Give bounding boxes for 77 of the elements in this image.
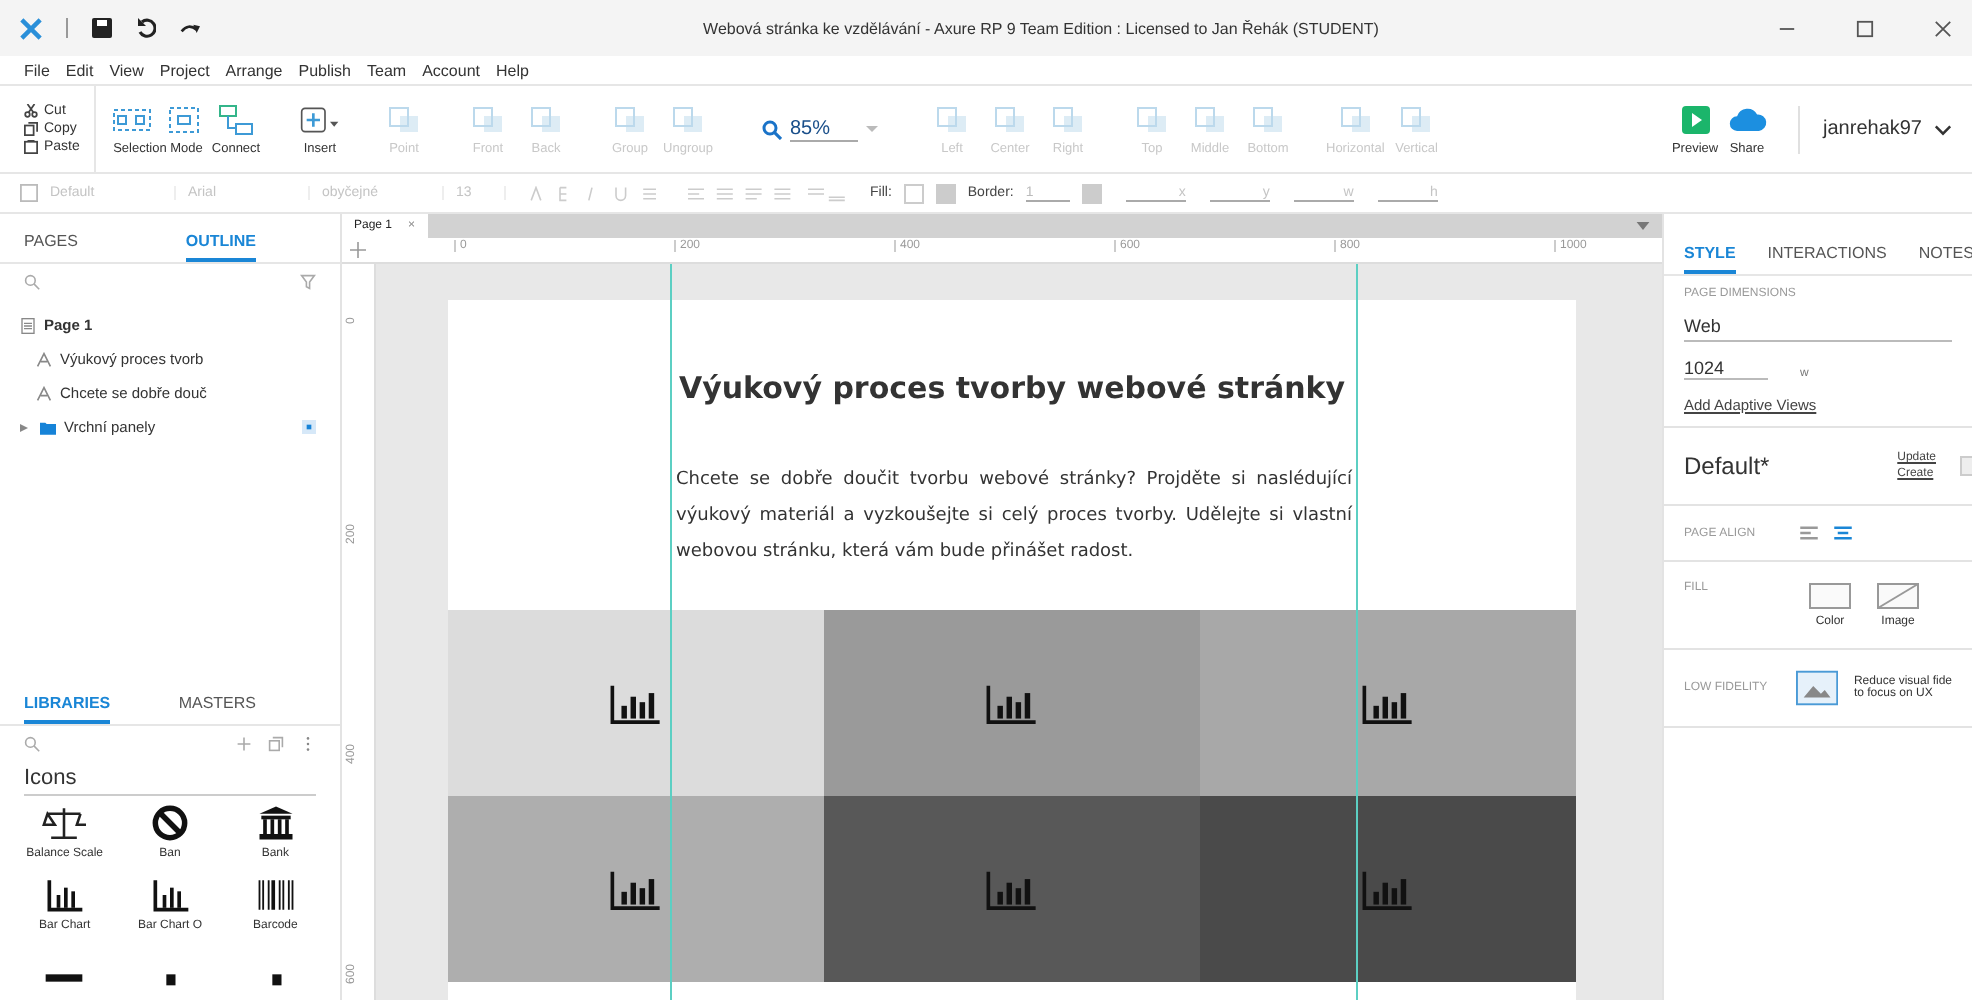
windows-icon[interactable] — [268, 736, 284, 752]
undo-icon[interactable] — [136, 18, 156, 38]
page-heading: Výukový proces tvorby webové stránky — [676, 370, 1348, 406]
user-menu[interactable]: janrehak97 — [1823, 118, 1922, 140]
logo-icon — [20, 17, 42, 39]
image-icon[interactable] — [1795, 670, 1838, 706]
balance-scale-icon[interactable] — [42, 804, 87, 842]
group-icon[interactable] — [610, 103, 650, 135]
page-icon — [20, 317, 36, 333]
clipboard-icon — [24, 140, 38, 154]
color-swatch-icon[interactable] — [1808, 582, 1852, 610]
panel-tab[interactable]: LIBRARIES — [24, 694, 111, 724]
text-icon — [36, 351, 52, 367]
style-name: Default* — [1684, 452, 1770, 480]
bar-chart-icon — [610, 683, 662, 723]
bar-chart-icon — [1362, 683, 1414, 723]
layer-icon[interactable] — [302, 420, 316, 434]
panel-tab[interactable]: OUTLINE — [185, 232, 256, 262]
width-field[interactable]: 1024 — [1684, 358, 1768, 380]
panel-tab[interactable]: INTERACTIONS — [1767, 244, 1887, 274]
bar-chart-icon — [986, 683, 1038, 723]
border-color-swatch[interactable] — [1081, 183, 1102, 203]
menu-item[interactable]: Project — [159, 61, 210, 79]
save-icon[interactable] — [92, 18, 112, 38]
distribute-icon[interactable] — [1335, 103, 1376, 135]
window-title: Webová stránka ke vzdělávání - Axure RP 9 Team Edition : Licensed to Jan Řehák (STUDENT) — [701, 19, 1381, 37]
zoom-field[interactable]: 85% — [790, 117, 858, 141]
panel-tab[interactable]: PAGES — [24, 232, 78, 262]
align-icon[interactable] — [1800, 526, 1818, 540]
back-icon[interactable] — [526, 103, 566, 135]
move-icon — [350, 242, 366, 258]
bar-chart-icon — [1362, 869, 1414, 909]
fill-color-swatch[interactable] — [903, 183, 924, 203]
copy-icon — [24, 122, 38, 136]
search-icon[interactable] — [24, 274, 40, 290]
text-icon — [36, 385, 52, 401]
menu-item[interactable]: Arrange — [225, 61, 283, 79]
barcode-icon[interactable] — [253, 876, 298, 914]
connector-icon[interactable] — [216, 103, 256, 135]
dashed-box-icon[interactable] — [164, 103, 204, 135]
panel-tab[interactable]: STYLE — [1684, 244, 1736, 274]
chevron-down-icon[interactable] — [1934, 123, 1952, 135]
menu-item[interactable]: Help — [495, 61, 529, 79]
filter-icon[interactable] — [300, 274, 316, 290]
scissors-icon — [24, 104, 38, 118]
maximize-icon[interactable] — [1856, 19, 1874, 37]
ban-icon[interactable] — [147, 804, 192, 842]
bar-chart-icon — [986, 869, 1038, 909]
menu-item[interactable]: Edit — [65, 61, 94, 79]
fill-image-swatch[interactable] — [935, 183, 956, 203]
menu-item[interactable]: Account — [422, 61, 480, 79]
bar-chart-icon[interactable] — [42, 876, 87, 914]
caret-icon[interactable] — [1636, 222, 1650, 230]
point-icon[interactable] — [384, 103, 424, 135]
library-dropdown[interactable]: Icons — [24, 766, 316, 796]
menu-item[interactable]: View — [109, 61, 144, 79]
close-icon[interactable] — [1934, 19, 1952, 37]
device-dropdown[interactable]: Web — [1684, 316, 1952, 342]
panel-tab[interactable]: MASTERS — [178, 694, 256, 724]
menu-item[interactable]: Publish — [298, 61, 352, 79]
front-icon[interactable] — [468, 103, 508, 135]
style-icon[interactable] — [20, 184, 38, 202]
bar-chart-icon — [610, 869, 662, 909]
search-icon — [762, 119, 782, 139]
ungroup-icon[interactable] — [668, 103, 708, 135]
folder-icon — [40, 419, 56, 435]
plus-icon[interactable] — [236, 736, 252, 752]
search-icon[interactable] — [24, 736, 40, 752]
cloud-icon[interactable] — [1727, 103, 1768, 135]
menu-item[interactable]: File — [24, 61, 50, 79]
dashed-box-icon[interactable] — [112, 103, 152, 135]
page-paragraph: Chcete se dobře doučit tvorbu webové stránky? Projděte si naslédující výukový materiál a vyzkoušejte si celý proces tvorby. Udělejte si vlastní webovou stránku, která vám bude přinášet radost. — [676, 467, 1352, 566]
image-swatch-icon[interactable] — [1876, 582, 1920, 610]
align-icon[interactable] — [1834, 526, 1852, 540]
collapsed-arrow-icon[interactable] — [20, 423, 32, 431]
menu-item[interactable]: Team — [367, 61, 407, 79]
plus-box-icon[interactable] — [300, 103, 340, 135]
